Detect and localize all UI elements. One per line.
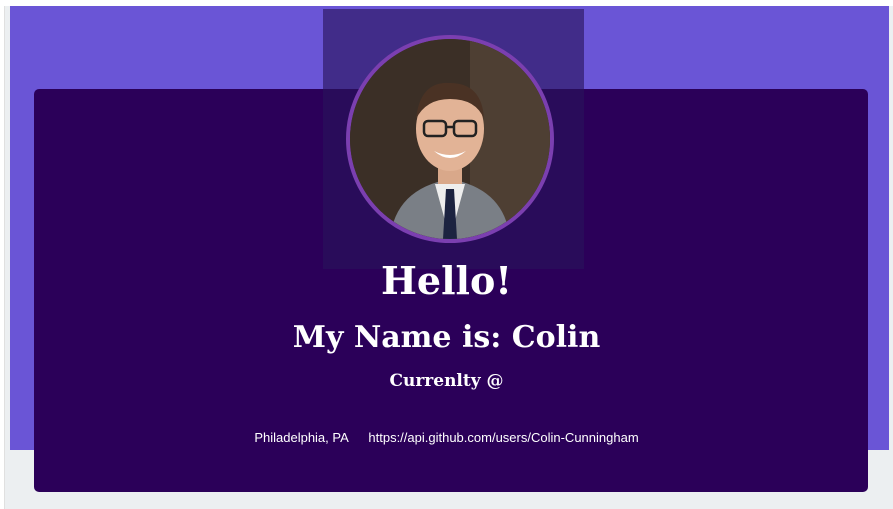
greeting-heading: Hello! — [381, 258, 512, 303]
current-position: Currenlty @ — [389, 371, 504, 391]
profile-url-link[interactable]: https://api.github.com/users/Colin-Cunni… — [368, 430, 638, 445]
profile-photo — [350, 39, 550, 239]
name-heading: My Name is: Colin — [292, 320, 601, 355]
location-text: Philadelphia, PA — [254, 430, 349, 445]
avatar — [346, 35, 554, 243]
profile-info: Philadelphia, PA https://api.github.com/… — [0, 430, 893, 445]
